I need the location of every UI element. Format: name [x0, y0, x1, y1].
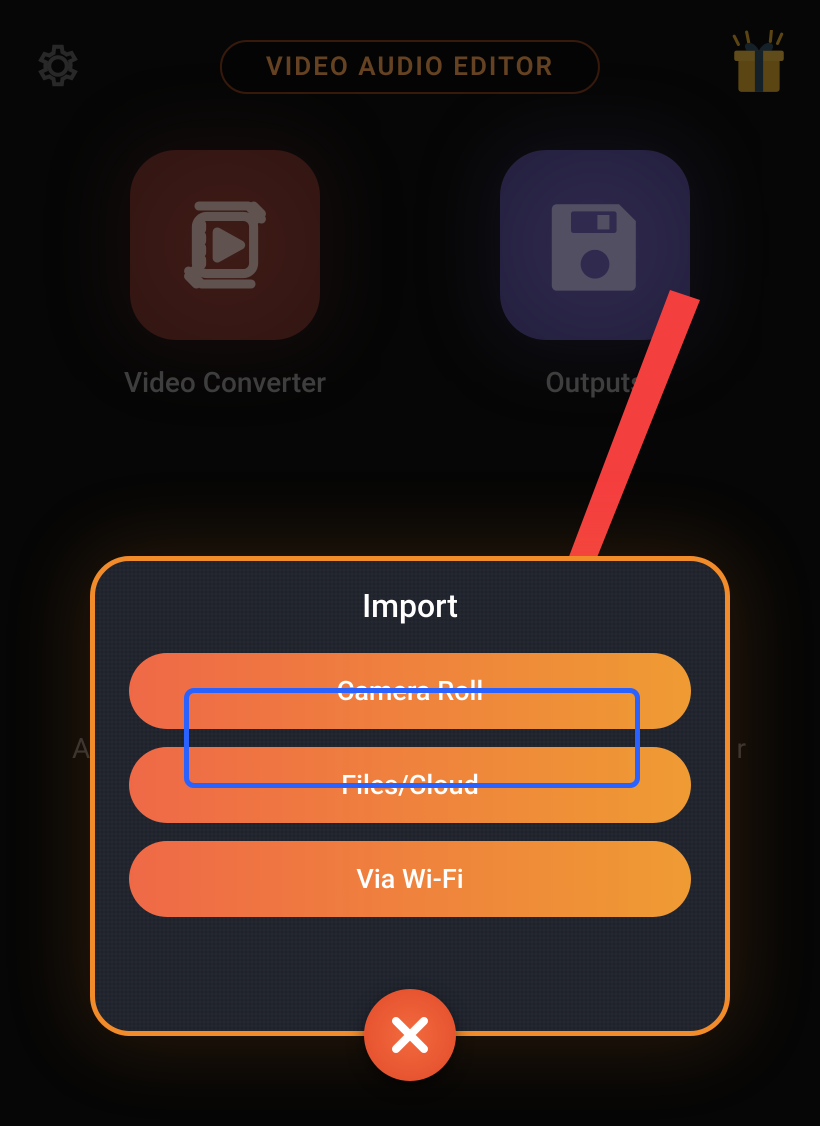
tile-label-video-converter: Video Converter [124, 366, 326, 399]
close-icon [386, 1011, 434, 1059]
gift-icon [726, 30, 792, 96]
obscured-text-left: A [72, 732, 90, 765]
tile-outputs[interactable]: Outputs [435, 150, 755, 399]
import-option-files-cloud[interactable]: Files/Cloud [129, 747, 691, 823]
save-disk-icon [500, 150, 690, 340]
import-title: Import [129, 587, 691, 625]
tile-label-outputs: Outputs [545, 366, 644, 399]
import-sheet: Import Camera Roll Files/Cloud Via Wi-Fi [90, 556, 730, 1036]
close-button[interactable] [364, 989, 456, 1081]
tile-video-converter[interactable]: Video Converter [65, 150, 385, 399]
settings-button[interactable] [28, 36, 88, 96]
obscured-text-right: r [737, 732, 747, 765]
import-option-via-wifi[interactable]: Via Wi-Fi [129, 841, 691, 917]
app-header: VIDEO AUDIO EDITOR [0, 0, 820, 110]
app-title: VIDEO AUDIO EDITOR [220, 40, 600, 94]
import-option-camera-roll[interactable]: Camera Roll [129, 653, 691, 729]
home-tiles: Video Converter Outputs [0, 150, 820, 399]
video-convert-icon [130, 150, 320, 340]
gift-button[interactable] [726, 30, 792, 96]
gear-icon [28, 36, 88, 96]
